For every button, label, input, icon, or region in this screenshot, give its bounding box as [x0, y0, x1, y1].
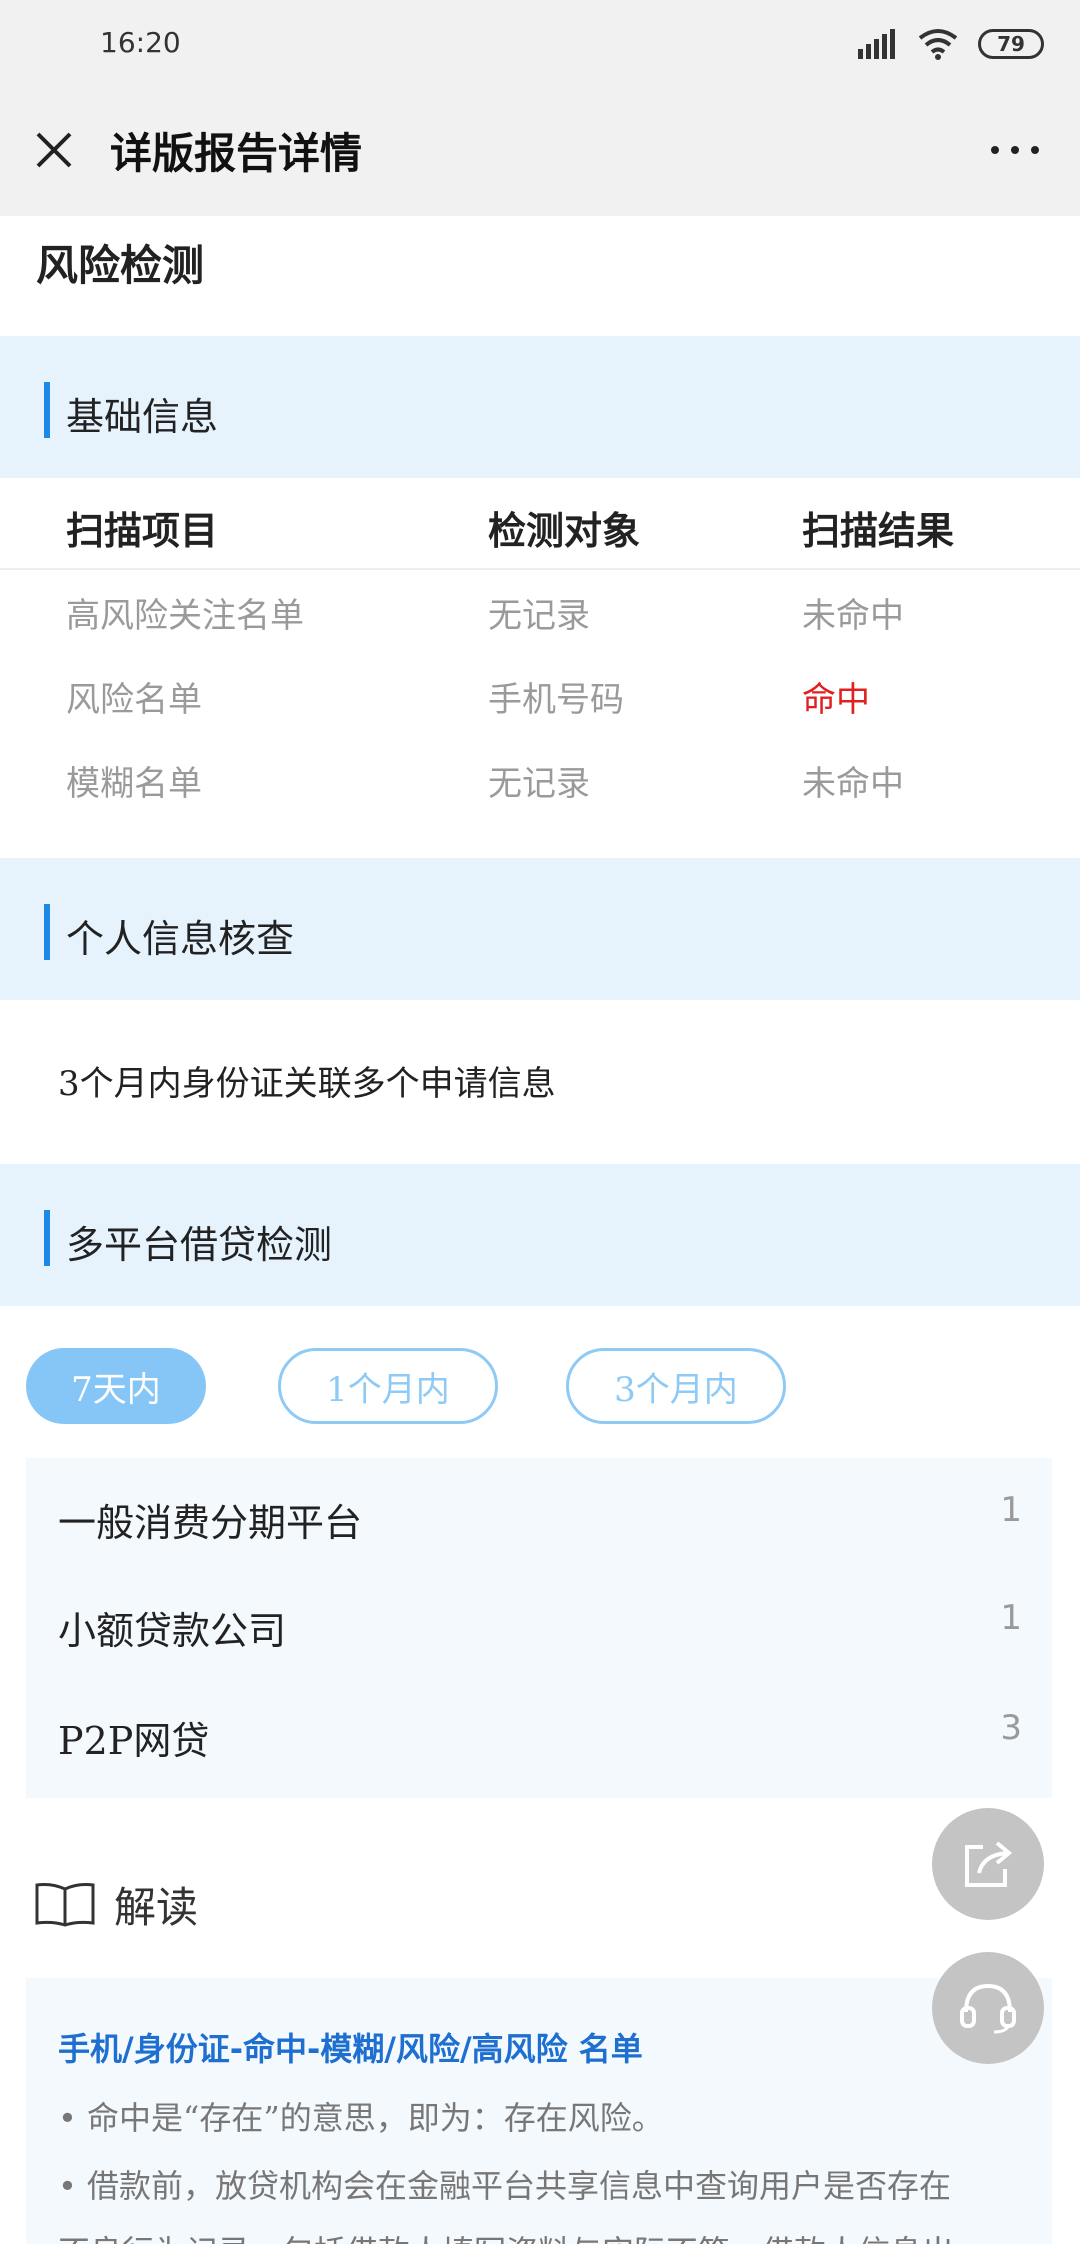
section-multi-platform: 多平台借贷检测 — [0, 1164, 1080, 1306]
section-basic-info: 基础信息 — [0, 336, 1080, 478]
share-button[interactable] — [932, 1808, 1044, 1920]
platform-name: 小额贷款公司 — [58, 1609, 287, 1653]
list-item: P2P网贷 3 — [26, 1686, 1052, 1786]
app-bar: 详版报告详情 — [0, 92, 1080, 216]
app-title: 详版报告详情 — [110, 129, 363, 178]
cell-item: 高风险关注名单 — [66, 596, 304, 636]
battery-level: 79 — [997, 32, 1025, 56]
section-label: 基础信息 — [66, 395, 219, 439]
tab-1-month[interactable]: 1个月内 — [278, 1348, 498, 1424]
platform-count: 3 — [1000, 1708, 1022, 1748]
list-item: 一般消费分期平台 1 — [26, 1468, 1052, 1568]
table-row: 模糊名单 无记录 未命中 — [0, 740, 1080, 824]
page-title: 风险检测 — [36, 241, 205, 290]
interpretation-box: 手机/身份证-命中-模糊/风险/高风险 名单 • 命中是“存在”的意思，即为：存… — [26, 1978, 1052, 2244]
interpretation-bullet: • 借款前，放贷机构会在金融平台共享信息中查询用户是否存在 — [58, 2167, 952, 2205]
personal-check-text: 3个月内身份证关联多个申请信息 — [58, 1064, 556, 1104]
platform-name: 一般消费分期平台 — [58, 1501, 363, 1545]
section-label: 多平台借贷检测 — [66, 1223, 333, 1267]
platform-list: 一般消费分期平台 1 小额贷款公司 1 P2P网贷 3 — [26, 1458, 1052, 1798]
section-marker — [44, 1210, 50, 1266]
status-bar: 16:20 79 — [0, 0, 1080, 92]
cell-target: 无记录 — [488, 596, 590, 636]
cell-result: 未命中 — [802, 764, 904, 804]
header-result: 扫描结果 — [802, 509, 955, 553]
wifi-icon — [918, 29, 958, 60]
section-personal-check: 个人信息核查 — [0, 858, 1080, 1000]
table-header: 扫描项目 检测对象 扫描结果 — [0, 478, 1080, 570]
more-button[interactable] — [980, 122, 1050, 178]
section-marker — [44, 382, 50, 438]
status-time: 16:20 — [100, 26, 181, 59]
tab-3-months[interactable]: 3个月内 — [566, 1348, 786, 1424]
interpretation-bullet: • 命中是“存在”的意思，即为：存在风险。 — [58, 2099, 664, 2137]
status-icons: 79 — [858, 26, 1044, 62]
table-row: 高风险关注名单 无记录 未命中 — [0, 572, 1080, 656]
headset-icon — [960, 1983, 1016, 2034]
signal-icon — [858, 29, 895, 59]
interpretation-bullet: 不良行为记录，包括借款人填写资料与实际不符、借款人信息出 — [58, 2218, 1038, 2244]
tab-7-days[interactable]: 7天内 — [26, 1348, 206, 1424]
more-icon — [991, 146, 1039, 154]
header-target: 检测对象 — [488, 509, 641, 553]
cell-target: 手机号码 — [488, 680, 624, 720]
cell-result-hit: 命中 — [802, 680, 870, 720]
close-button[interactable] — [26, 122, 82, 178]
cell-item: 模糊名单 — [66, 764, 202, 804]
section-marker — [44, 904, 50, 960]
interpretation-title: 手机/身份证-命中-模糊/风险/高风险 名单 — [58, 2030, 643, 2068]
cell-target: 无记录 — [488, 764, 590, 804]
header-scan-item: 扫描项目 — [66, 509, 219, 553]
cell-result: 未命中 — [802, 596, 904, 636]
table-row: 风险名单 手机号码 命中 — [0, 656, 1080, 740]
platform-count: 1 — [1000, 1598, 1022, 1638]
list-item: 小额贷款公司 1 — [26, 1576, 1052, 1676]
book-icon — [35, 1883, 95, 1927]
section-label: 个人信息核查 — [66, 917, 295, 961]
interpretation-label: 解读 — [114, 1882, 199, 1932]
close-icon — [36, 132, 72, 168]
interpretation-header: 解读 — [34, 1872, 198, 1936]
customer-service-button[interactable] — [932, 1952, 1044, 2064]
platform-count: 1 — [1000, 1490, 1022, 1530]
share-icon — [965, 1841, 1013, 1887]
battery-icon: 79 — [978, 29, 1044, 59]
platform-name: P2P网贷 — [58, 1719, 210, 1763]
cell-item: 风险名单 — [66, 680, 202, 720]
